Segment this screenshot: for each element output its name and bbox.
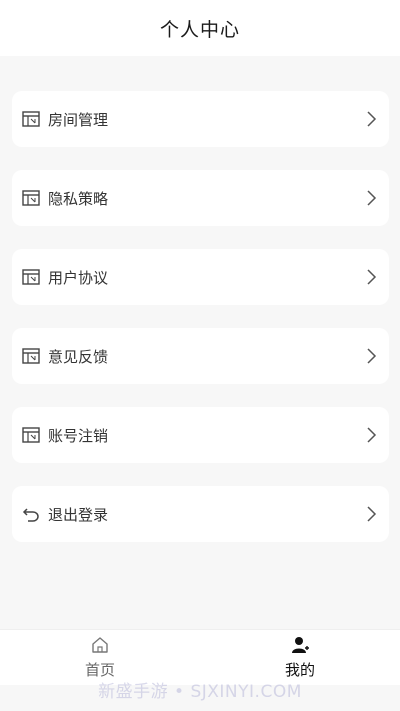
menu-item-delete-account[interactable]: 账号注销 xyxy=(12,407,389,463)
room-icon xyxy=(22,426,40,444)
menu-item-label: 退出登录 xyxy=(48,505,109,524)
room-icon xyxy=(22,347,40,365)
chevron-right-icon xyxy=(365,110,377,128)
watermark: 新盛手游 • SJXINYI.COM xyxy=(98,682,302,702)
room-icon xyxy=(22,189,40,207)
menu-item-label: 用户协议 xyxy=(48,268,109,287)
menu-item-label: 房间管理 xyxy=(48,110,109,129)
chevron-right-icon xyxy=(365,347,377,365)
home-icon xyxy=(90,635,110,655)
menu-item-label: 意见反馈 xyxy=(48,347,109,366)
chevron-right-icon xyxy=(365,505,377,523)
menu-item-room-management[interactable]: 房间管理 xyxy=(12,91,389,147)
menu-list: 房间管理 隐私策略 用户协议 意见反馈 账号注销 退出登录 xyxy=(12,91,389,565)
menu-item-label: 账号注销 xyxy=(48,426,109,445)
back-arrow-icon xyxy=(22,505,40,523)
menu-item-label: 隐私策略 xyxy=(48,189,109,208)
user-icon xyxy=(290,635,310,655)
room-icon xyxy=(22,110,40,128)
menu-item-user-agreement[interactable]: 用户协议 xyxy=(12,249,389,305)
menu-item-privacy-policy[interactable]: 隐私策略 xyxy=(12,170,389,226)
chevron-right-icon xyxy=(365,189,377,207)
header: 个人中心 xyxy=(0,0,400,56)
chevron-right-icon xyxy=(365,268,377,286)
page-title: 个人中心 xyxy=(159,18,240,41)
chevron-right-icon xyxy=(365,426,377,444)
room-icon xyxy=(22,268,40,286)
screen: 个人中心 房间管理 隐私策略 用户协议 意见反馈 账号注销 退出登录 首页 我的… xyxy=(0,0,400,711)
menu-item-feedback[interactable]: 意见反馈 xyxy=(12,328,389,384)
menu-item-logout[interactable]: 退出登录 xyxy=(12,486,389,542)
